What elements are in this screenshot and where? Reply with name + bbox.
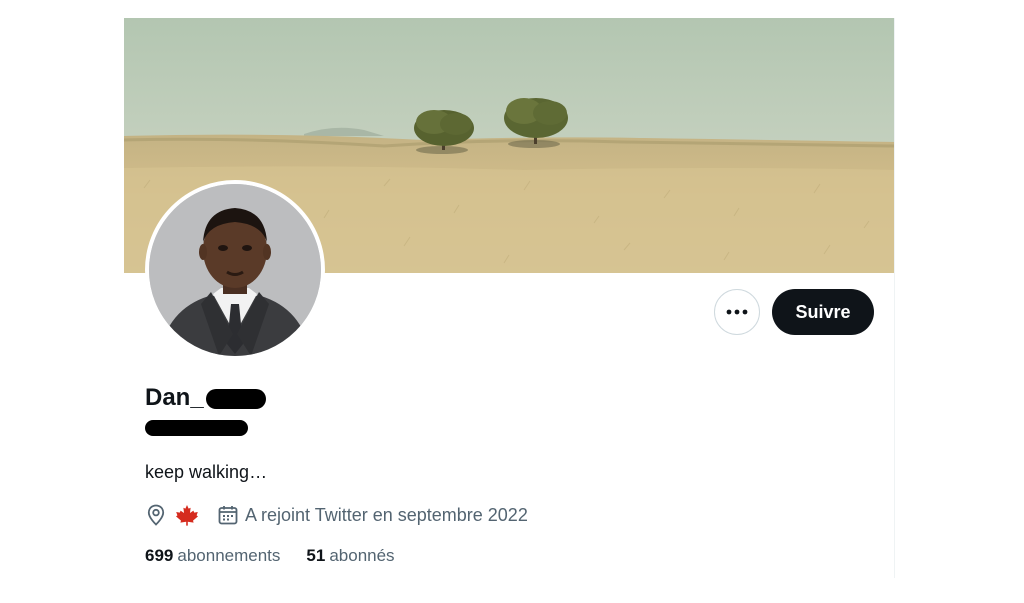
joined-date-text: A rejoint Twitter en septembre 2022 (245, 504, 528, 525)
display-name-text: Dan_ (145, 384, 204, 411)
follow-button-label: Suivre (795, 301, 851, 322)
profile-card: Suivre Dan_ keep walking… A rejoint Twit… (124, 18, 895, 578)
following-label: abonnements (177, 546, 281, 565)
follow-stats: 699 abonnements 51 abonnés (145, 546, 395, 566)
location-icon (145, 502, 167, 528)
profile-bio: keep walking… (145, 462, 268, 482)
name-redaction-mark (205, 389, 266, 409)
handle-redaction-mark (145, 420, 248, 436)
canada-flag-icon (173, 502, 201, 528)
calendar-icon (217, 502, 239, 528)
following-count: 699 (145, 546, 174, 565)
followers-count: 51 (306, 546, 326, 565)
following-link[interactable]: 699 abonnements (145, 546, 280, 566)
more-dots-icon (726, 309, 748, 315)
display-name: Dan_ (145, 384, 266, 412)
followers-link[interactable]: 51 abonnés (306, 546, 394, 566)
profile-meta-row: A rejoint Twitter en septembre 2022 (145, 502, 528, 528)
more-options-button[interactable] (714, 289, 760, 335)
profile-avatar[interactable] (145, 180, 325, 360)
followers-label: abonnés (329, 546, 395, 565)
follow-button[interactable]: Suivre (772, 289, 874, 335)
